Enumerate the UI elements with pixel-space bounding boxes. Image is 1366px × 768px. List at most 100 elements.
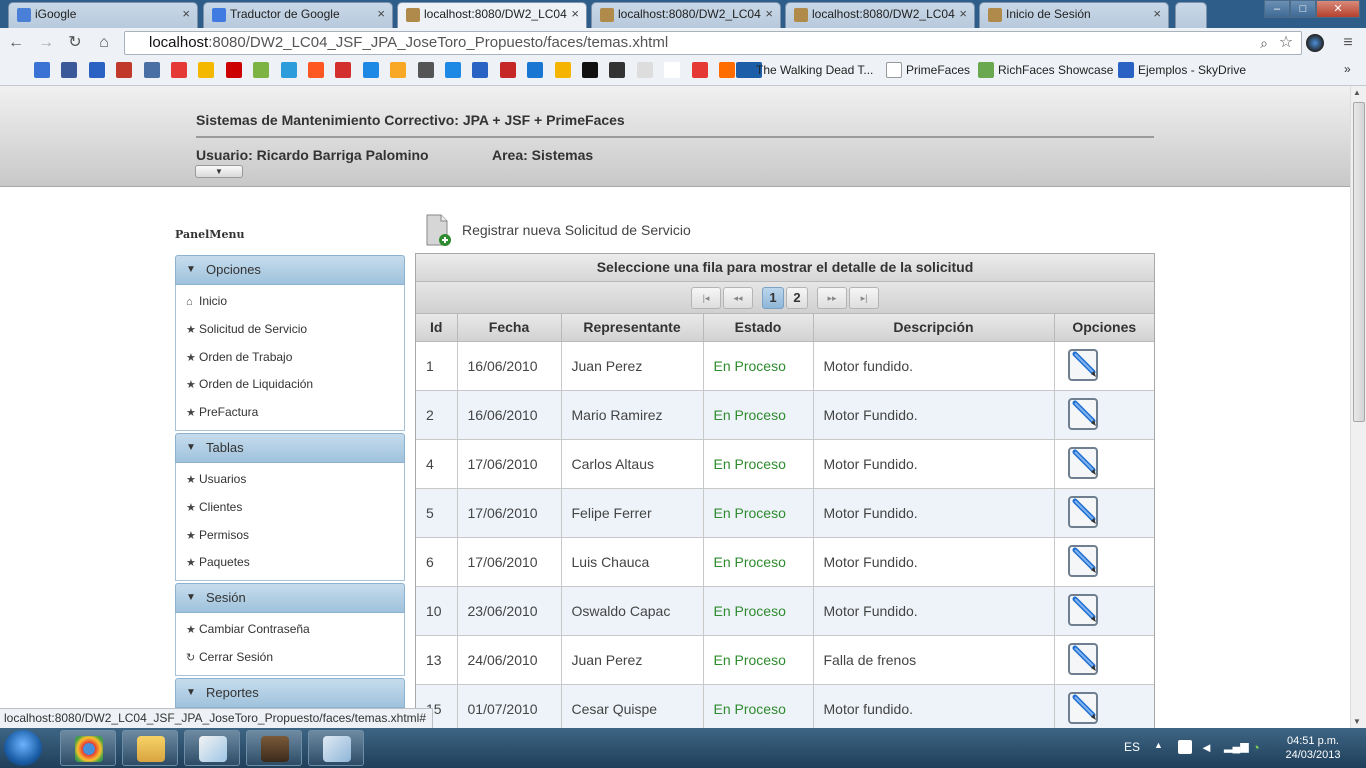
menu-icon[interactable]: ≡ [1338,33,1358,53]
table-row[interactable]: 10 23/06/2010 Oswaldo Capac En Proceso Motor… [416,586,1154,636]
bookmark-icon[interactable] [88,62,105,78]
bookmark-icon[interactable] [390,62,407,78]
panelmenu-item[interactable]: ★ Cambiar Contraseña [176,616,404,644]
column-header[interactable]: Estado [703,314,814,342]
next-page-button[interactable]: ▸▸ [817,287,847,309]
panelmenu-header-tablas[interactable]: ▼ Tablas [175,432,405,463]
star-icon[interactable]: ☆ [1276,33,1296,53]
extension-icon[interactable] [1306,34,1324,52]
column-header[interactable]: Fecha [457,314,562,342]
table-row[interactable]: 6 17/06/2010 Luis Chauca En Proceso Motor Fu… [416,537,1154,587]
panelmenu-header-opciones[interactable]: ▼ Opciones [175,255,405,285]
bookmark-icon[interactable] [198,62,215,78]
header-dropdown-button[interactable]: ▼ [195,165,243,178]
network-icon[interactable]: ▂▄▆ [1224,740,1249,753]
panelmenu-header-sesin[interactable]: ▼ Sesión [175,583,405,614]
browser-tab[interactable]: localhost:8080/DW2_LC04 × [397,2,587,28]
bookmark-icon[interactable] [116,62,133,78]
page-scrollbar[interactable]: ▲ ▼ [1350,86,1366,728]
edit-icon[interactable] [1067,591,1101,627]
bookmark-icon[interactable] [34,62,50,78]
edit-icon[interactable] [1067,689,1101,725]
table-row[interactable]: 2 16/06/2010 Mario Ramirez En Proceso Motor … [416,390,1154,440]
bookmark-icon[interactable] [636,62,653,78]
search-icon[interactable]: ⌕ [1254,33,1274,53]
panelmenu-item[interactable]: ★ Orden de Liquidación [176,371,404,399]
forward-icon[interactable]: → [36,33,56,53]
edit-icon[interactable] [1067,493,1101,529]
tab-close-icon[interactable]: × [1153,3,1161,25]
scroll-up-icon[interactable]: ▲ [1353,88,1361,97]
bookmark-link[interactable]: The Walking Dead T... [736,62,873,78]
panelmenu-item[interactable]: ★ Paquetes [176,549,404,577]
browser-tab[interactable]: Inicio de Sesión × [979,2,1169,28]
taskbar-chrome[interactable] [60,730,116,766]
new-tab-button[interactable] [1175,2,1207,28]
bookmark-icon[interactable] [445,62,461,78]
bookmark-icon[interactable] [664,62,681,78]
start-button[interactable] [4,730,42,766]
volume-icon[interactable]: ◄ [1200,740,1213,755]
reload-icon[interactable]: ↻ [65,33,85,53]
tab-close-icon[interactable]: × [377,3,385,25]
tab-close-icon[interactable]: × [765,3,773,25]
panelmenu-item[interactable]: ★ Permisos [176,522,404,550]
last-page-button[interactable]: ▸| [849,287,879,309]
bookmark-icon[interactable] [582,62,598,78]
browser-tab[interactable]: localhost:8080/DW2_LC04 × [785,2,975,28]
column-header[interactable]: Descripción [813,314,1055,342]
table-row[interactable]: 4 17/06/2010 Carlos Altaus En Proceso Motor … [416,439,1154,489]
panelmenu-item[interactable]: ★ Usuarios [176,466,404,494]
panelmenu-item[interactable]: ★ Orden de Trabajo [176,344,404,372]
scrollbar-thumb[interactable] [1353,102,1365,422]
scroll-down-icon[interactable]: ▼ [1353,717,1361,726]
table-row[interactable]: 5 17/06/2010 Felipe Ferrer En Proceso Motor … [416,488,1154,538]
panelmenu-item[interactable]: ★ PreFactura [176,399,404,427]
panelmenu-item[interactable]: ↻ Cerrar Sesión [176,644,404,672]
tab-close-icon[interactable]: × [959,3,967,25]
panelmenu-item[interactable]: ⌂ Inicio [176,288,404,316]
browser-tab[interactable]: iGoogle × [8,2,198,28]
edit-icon[interactable] [1067,346,1101,382]
taskbar-notepad[interactable] [308,730,364,766]
bookmark-icon[interactable] [609,62,626,78]
bookmark-icon[interactable] [691,62,708,78]
page-1-button[interactable]: 1 [762,287,784,309]
bookmark-icon[interactable] [499,62,516,78]
edit-icon[interactable] [1067,640,1101,676]
bookmark-icon[interactable] [719,62,735,78]
bookmark-link[interactable]: RichFaces Showcase [978,62,1113,78]
url-input[interactable]: localhost:8080/DW2_LC04_JSF_JPA_JoseToro… [124,31,1302,55]
bookmark-link[interactable]: Ejemplos - SkyDrive [1118,62,1246,78]
minimize-icon[interactable]: – [1264,0,1290,18]
action-center-icon[interactable] [1178,740,1192,754]
tab-close-icon[interactable]: × [182,3,190,25]
bookmark-icon[interactable] [554,62,571,78]
panelmenu-item[interactable]: ★ Solicitud de Servicio [176,316,404,344]
prev-page-button[interactable]: ◂◂ [723,287,753,309]
edit-icon[interactable] [1067,395,1101,431]
bookmark-icon[interactable] [472,62,489,78]
bookmark-icon[interactable] [225,62,242,78]
bookmark-icon[interactable] [280,62,297,78]
first-page-button[interactable]: |◂ [691,287,721,309]
taskbar-paint[interactable] [184,730,240,766]
bookmark-icon[interactable] [171,62,187,78]
browser-tab[interactable]: localhost:8080/DW2_LC04 × [591,2,781,28]
bookmark-icon[interactable] [308,62,324,78]
bookmark-icon[interactable] [253,62,270,78]
bookmark-icon[interactable] [335,62,352,78]
browser-tab[interactable]: Traductor de Google × [203,2,393,28]
taskbar-explorer[interactable] [122,730,178,766]
bookmark-icon[interactable] [417,62,434,78]
edit-icon[interactable] [1067,542,1101,578]
column-header[interactable]: Opciones [1054,314,1154,342]
page-2-button[interactable]: 2 [786,287,808,309]
back-icon[interactable]: ← [6,33,26,53]
panelmenu-item[interactable]: ★ Clientes [176,494,404,522]
table-row[interactable]: 1 16/06/2010 Juan Perez En Proceso Motor fun… [416,341,1154,391]
bookmarks-overflow-icon[interactable]: » [1344,62,1351,76]
column-header[interactable]: Representante [561,314,704,342]
bookmark-icon[interactable] [527,62,544,78]
edit-icon[interactable] [1067,444,1101,480]
